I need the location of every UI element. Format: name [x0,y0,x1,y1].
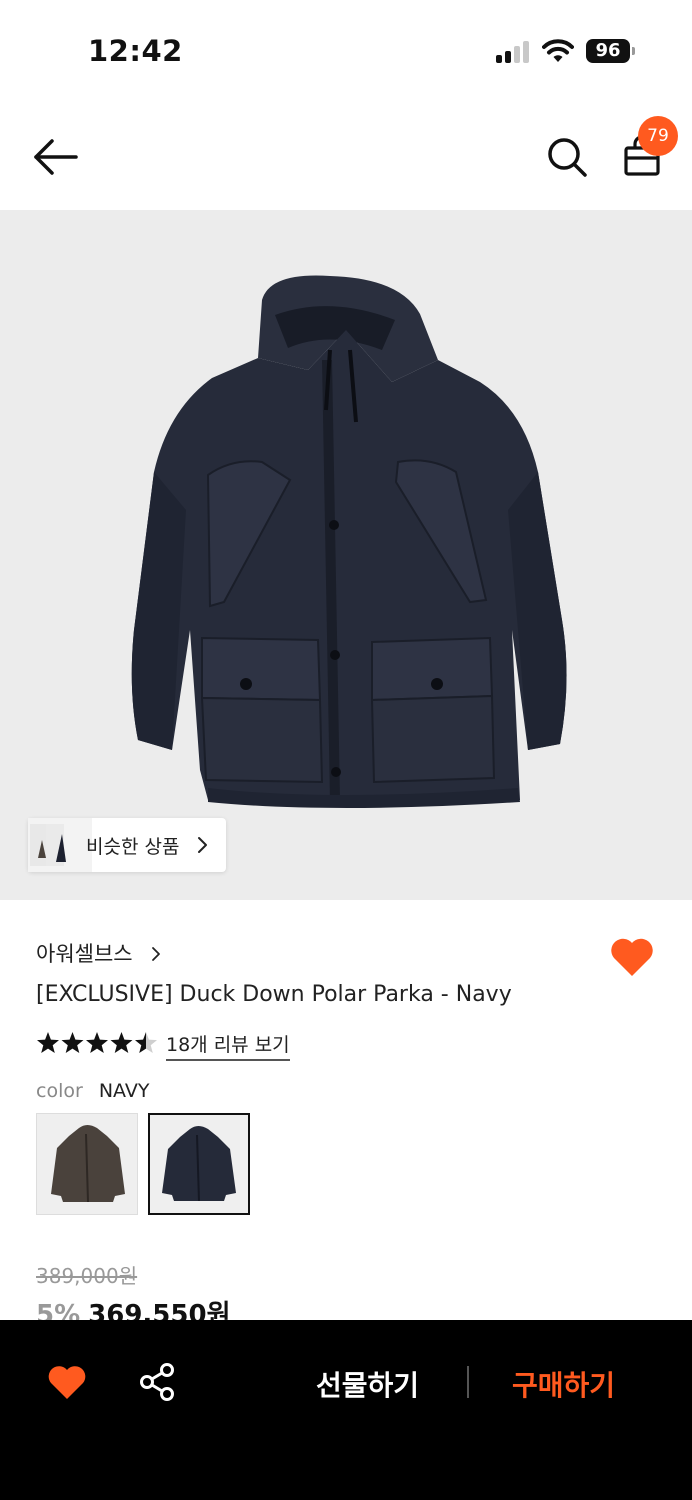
product-image[interactable]: 비슷한 상품 [0,210,692,900]
status-time: 12:42 [88,34,183,68]
rating-stars [37,1032,157,1053]
battery-indicator: 96 [586,39,630,63]
top-nav [0,100,692,210]
cart-count-badge: 79 [638,116,678,156]
bottom-action-bar: 선물하기 구매하기 [0,1320,692,1500]
search-icon[interactable] [544,134,590,180]
status-bar: 12:42 96 [0,0,692,100]
heart-icon[interactable] [608,934,656,980]
color-value: NAVY [98,1080,150,1102]
color-row: color NAVY [36,1080,149,1102]
brand-link[interactable]: 아워셀브스 [36,938,164,968]
buy-button[interactable]: 구매하기 [512,1364,615,1404]
chevron-right-icon [198,837,207,853]
similar-products-button[interactable]: 비슷한 상품 [28,818,226,872]
color-label: color [36,1080,83,1102]
reviews-link[interactable]: 18개 리뷰 보기 [166,1030,290,1061]
product-title: [EXCLUSIVE] Duck Down Polar Parka - Navy [36,982,512,1007]
back-arrow-icon[interactable] [30,134,82,180]
battery-tip [632,47,635,55]
similar-products-label: 비슷한 상품 [86,836,180,858]
brand-name: 아워셀브스 [36,942,133,966]
cellular-signal-icon [496,40,532,63]
chevron-right-icon [151,947,160,961]
color-swatch-brown[interactable] [36,1113,138,1215]
wifi-icon [542,39,574,62]
gift-button[interactable]: 선물하기 [316,1364,419,1404]
original-price: 389,000원 [36,1264,138,1288]
heart-icon[interactable] [46,1362,88,1402]
similar-thumbnails [28,818,92,872]
parka-illustration [131,275,567,808]
share-icon[interactable] [138,1362,176,1402]
color-swatch-navy[interactable] [148,1113,250,1215]
divider [467,1366,469,1398]
